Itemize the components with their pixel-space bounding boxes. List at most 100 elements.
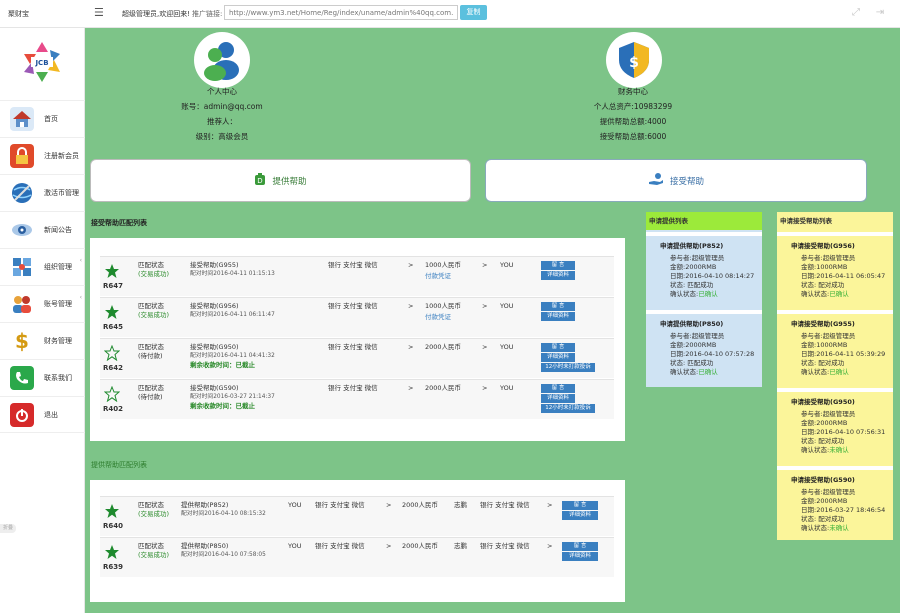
lock-icon [10,144,34,168]
match-status-value: (待付款) [138,393,163,401]
match-id: R647 [103,282,124,290]
sidebar-item-account[interactable]: 账号管理 ‹ [0,285,85,322]
provide-match-panel: R640 匹配状态 (交易成功) 提供帮助(P852) 配对时间2016-04-… [90,480,625,602]
remaining-time: 剩余收款时间：已截止 [190,361,255,369]
details-button[interactable]: 详细资料 [541,394,575,403]
receiver: YOU [500,261,514,269]
match-id: R640 [103,522,124,530]
table-row: R640 匹配状态 (交易成功) 提供帮助(P852) 配对时间2016-04-… [100,496,614,536]
confirm-value: 已确认 [698,290,718,298]
payment-methods: 银行 支付宝 微信 [328,302,378,310]
payment-proof-link[interactable]: 付款凭证 [425,313,451,322]
logout-icon[interactable]: ⇥ [874,7,886,19]
help-id: 接受帮助(G955) [190,261,239,269]
message-button[interactable]: 留 言 [541,343,575,352]
power-icon [10,402,34,427]
amount: 2000人民币 [425,343,462,351]
sidebar-item-activation-coins[interactable]: 激活币管理 [0,174,85,211]
payment-methods: 银行 支付宝 微信 [328,384,378,392]
message-button[interactable]: 留 言 [562,501,598,510]
sidebar-collapse-tab[interactable]: 折叠 [0,524,16,533]
receiver: YOU [500,343,514,351]
globe-icon [10,181,34,205]
match-time: 配对时间2016-04-11 01:15:13 [190,271,275,277]
details-button[interactable]: 详细资料 [541,271,575,280]
copy-button[interactable]: 复制 [460,5,487,20]
payment-methods: 银行 支付宝 微信 [480,542,530,550]
star-icon [104,304,120,320]
payment-methods: 银行 支付宝 微信 [328,261,378,269]
hand-coin-icon [648,172,664,189]
payment-proof-link[interactable]: 付款凭证 [425,272,451,281]
provide-help-button[interactable]: D 提供帮助 [90,159,471,202]
arrow-icon: > [408,343,414,351]
hamburger-icon[interactable]: ☰ [94,7,104,19]
details-button[interactable]: 详细资料 [541,312,575,321]
arrow-icon: > [408,384,414,392]
match-status-label: 匹配状态 [138,343,164,351]
details-button[interactable]: 详细资料 [562,511,598,520]
message-button[interactable]: 留 言 [541,302,575,311]
confirm-value: 未确认 [829,446,849,454]
users-icon [10,292,34,316]
confirm-value: 未确认 [829,524,849,532]
confirm-label: 确认状态: [801,524,830,532]
star-icon [103,385,121,403]
sidebar-item-news[interactable]: 新闻公告 [0,211,85,248]
referrer-text: 推荐人： [207,117,237,126]
match-time: 配对时间2016-04-11 04:41:32 [190,353,275,359]
arrow-icon: > [547,542,553,550]
application-card: 申请接受帮助(G590) 参与者:超级管理员 金额:2000RMB 日期:201… [777,466,893,540]
amount: 2000人民币 [425,384,462,392]
application-title: 申请提供帮助(P852) [660,242,724,250]
receive-help-button[interactable]: 接受帮助 [485,159,867,202]
complaint-button[interactable]: 12小时未打款投诉 [541,404,595,413]
promo-link-input[interactable] [224,5,458,20]
message-button[interactable]: 留 言 [541,261,575,270]
details-button[interactable]: 详细资料 [541,353,575,362]
receive-help-label: 接受帮助 [669,176,704,187]
receive-list-title: 申请接受帮助列表 [780,217,832,225]
bag-icon: D [254,172,266,189]
match-status-value: (待付款) [138,352,163,360]
match-id: R645 [103,323,124,331]
sender: YOU [288,501,302,509]
star-icon [103,344,121,362]
sidebar-item-label: 新闻公告 [44,226,72,234]
sidebar-item-finance[interactable]: $ 财务管理 [0,322,85,359]
match-status-value: (交易成功) [138,551,170,559]
details-button[interactable]: 详细资料 [562,552,598,561]
sidebar-item-organization[interactable]: 组织管理 ‹ [0,248,85,285]
account-text: 账号：admin@qq.com [181,102,263,111]
arrow-icon: > [482,302,488,310]
sidebar-item-contact[interactable]: 联系我们 [0,359,85,396]
sidebar-item-logout[interactable]: 退出 [0,396,85,433]
arrow-icon: > [408,261,414,269]
confirm-value: 已确认 [829,290,849,298]
amount: 2000人民币 [402,542,439,550]
match-status-value: (交易成功) [138,510,170,518]
match-id: R639 [103,563,124,571]
help-id: 接受帮助(G956) [190,302,239,310]
sidebar-item-register[interactable]: 注册新会员 [0,137,85,174]
receiver: YOU [500,384,514,392]
application-title: 申请接受帮助(G955) [791,320,855,328]
receive-application-list: 申请接受帮助列表 申请接受帮助(G956) 参与者:超级管理员 金额:1000R… [777,212,893,540]
finance-center-title: 财务中心 [618,87,648,96]
message-button[interactable]: 留 言 [541,384,575,393]
fullscreen-icon[interactable]: ⤢ [850,7,862,19]
complaint-button[interactable]: 12小时未打款投诉 [541,363,595,372]
confirm-status: 确认状态:未确认 [801,522,849,532]
sidebar-item-label: 注册新会员 [44,152,79,160]
application-card: 申请提供帮助(P852) 参与者:超级管理员 金额:2000RMB 日期:201… [646,232,762,306]
phone-icon [10,366,34,390]
welcome-text: 超级管理员,欢迎回来! [122,10,191,18]
amount: 1000人民币 [425,302,462,310]
match-status-label: 匹配状态 [138,501,164,509]
sidebar-item-label: 首页 [44,115,58,123]
sidebar-item-home[interactable]: 首页 [0,100,85,137]
message-button[interactable]: 留 言 [562,542,598,551]
application-card: 申请接受帮助(G950) 参与者:超级管理员 金额:2000RMB 日期:201… [777,388,893,462]
arrow-icon: > [482,384,488,392]
match-time: 配对时间2016-04-10 08:15:32 [181,511,266,517]
